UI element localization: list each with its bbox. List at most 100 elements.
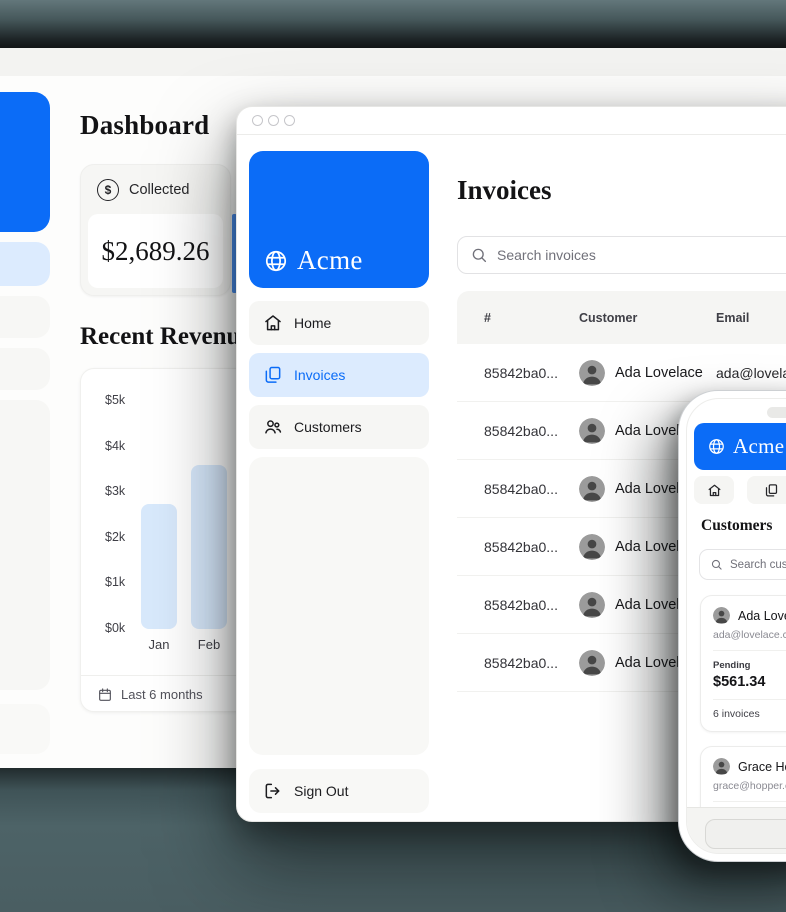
invoices-icon	[263, 365, 283, 385]
home-icon	[707, 483, 722, 498]
dashboard-sidebar-item[interactable]	[0, 296, 50, 338]
phone-bottom-action[interactable]	[705, 819, 786, 849]
phone-frame: Acme Custome	[678, 390, 786, 862]
sign-out-icon	[263, 781, 283, 801]
sidebar-item-customers[interactable]: Customers	[249, 405, 429, 449]
brand-card: Acme	[249, 151, 429, 288]
column-number: #	[484, 311, 579, 325]
phone-brand-name: Acme	[733, 434, 784, 459]
customer-avatar	[579, 592, 605, 618]
invoice-number: 85842ba0...	[484, 365, 579, 381]
collected-amount-box: $2,689.26	[88, 214, 223, 288]
camera-notch-icon	[767, 407, 786, 418]
home-icon	[263, 313, 283, 333]
collected-label: Collected	[129, 182, 189, 198]
invoice-search[interactable]	[457, 236, 786, 274]
search-icon	[710, 558, 723, 571]
column-email: Email	[716, 311, 786, 325]
y-axis-tick: $0k	[105, 621, 125, 635]
phone-search-placeholder: Search customers	[730, 559, 786, 571]
y-axis-tick: $3k	[105, 484, 125, 498]
dashboard-sidebar-item-active[interactable]	[0, 242, 50, 286]
minimize-button[interactable]	[268, 115, 279, 126]
collected-amount: $2,689.26	[102, 236, 210, 267]
customer-avatar	[713, 607, 730, 624]
page-title: Invoices	[457, 175, 552, 206]
phone-bottom-bar	[687, 807, 786, 854]
y-axis-tick: $1k	[105, 575, 125, 589]
search-input[interactable]	[497, 247, 786, 263]
pending-label: Pending	[713, 660, 786, 671]
marketing-hero: Dashboard $ Collected $2,689.26 Recent R…	[0, 0, 786, 912]
divider	[713, 801, 786, 802]
globe-icon	[263, 248, 289, 274]
invoice-number: 85842ba0...	[484, 423, 579, 439]
customer-email: ada@lovelace.com	[716, 365, 786, 381]
x-axis-label: Jan	[149, 637, 170, 652]
customer-avatar	[579, 534, 605, 560]
globe-icon	[707, 437, 726, 456]
sidebar-item-home[interactable]: Home	[249, 301, 429, 345]
x-axis-label: Feb	[198, 637, 220, 652]
sign-out-button[interactable]: Sign Out	[249, 769, 429, 813]
customer-email: ada@lovelace.com	[713, 629, 786, 641]
dashboard-sidebar-brand-card	[0, 92, 50, 232]
phone-nav	[694, 476, 786, 504]
zoom-button[interactable]	[284, 115, 295, 126]
revenue-bar	[141, 504, 177, 629]
y-axis-tick: $4k	[105, 439, 125, 453]
customer-name: Grace Hopper	[738, 760, 786, 774]
revenue-section-title: Recent Revenue	[80, 323, 251, 351]
customer-avatar	[579, 360, 605, 386]
y-axis-tick: $2k	[105, 530, 125, 544]
y-axis-tick: $5k	[105, 393, 125, 407]
collected-card: $ Collected $2,689.26	[80, 164, 231, 296]
phone-page-title: Customers	[701, 517, 772, 535]
phone-nav-home[interactable]	[694, 476, 734, 504]
window-titlebar	[237, 107, 786, 135]
brand-name: Acme	[297, 245, 363, 276]
phone-nav-invoices[interactable]	[747, 476, 786, 504]
phone-customer-search[interactable]: Search customers	[699, 549, 786, 580]
dollar-circle-icon: $	[97, 179, 119, 201]
sidebar-item-invoices[interactable]: Invoices	[249, 353, 429, 397]
sidebar: Acme Home Invoices Customers	[249, 151, 429, 755]
invoice-count: 6 invoices	[713, 708, 786, 720]
divider	[713, 699, 786, 700]
sidebar-item-label: Customers	[294, 419, 362, 435]
customer-avatar	[579, 476, 605, 502]
dashboard-sidebar-panel	[0, 400, 50, 690]
dashboard-page-title: Dashboard	[80, 110, 209, 141]
chart-range-label: Last 6 months	[121, 687, 203, 702]
sidebar-empty-panel	[249, 457, 429, 755]
customer-avatar	[579, 650, 605, 676]
phone-screen: Acme Custome	[686, 398, 786, 854]
sidebar-item-label: Invoices	[294, 367, 345, 383]
calendar-icon	[97, 687, 113, 703]
divider	[713, 650, 786, 651]
invoice-number: 85842ba0...	[484, 481, 579, 497]
close-button[interactable]	[252, 115, 263, 126]
invoice-number: 85842ba0...	[484, 539, 579, 555]
invoice-number: 85842ba0...	[484, 597, 579, 613]
dashboard-sidebar-item[interactable]	[0, 704, 50, 754]
customer-avatar	[713, 758, 730, 775]
pending-amount: $561.34	[713, 674, 786, 690]
customer-email: grace@hopper.com	[713, 780, 786, 792]
customer-name: Ada Lovelace	[615, 365, 703, 381]
customer-card[interactable]: Ada Lovelace ada@lovelace.com Pending $5…	[700, 595, 786, 732]
revenue-bar	[191, 465, 227, 629]
customer-avatar	[579, 418, 605, 444]
phone-brand-card: Acme	[694, 423, 786, 470]
invoice-table-header: # Customer Email	[457, 291, 786, 344]
column-customer: Customer	[579, 311, 716, 325]
search-icon	[470, 246, 488, 264]
customers-icon	[263, 417, 283, 437]
customer-name: Ada Lovelace	[738, 609, 786, 623]
invoices-icon	[764, 483, 779, 498]
dashboard-sidebar-item[interactable]	[0, 348, 50, 390]
invoice-number: 85842ba0...	[484, 655, 579, 671]
sidebar-item-label: Home	[294, 315, 331, 331]
sign-out-label: Sign Out	[294, 783, 348, 799]
invoice-customer: Ada Lovelace	[579, 360, 716, 386]
